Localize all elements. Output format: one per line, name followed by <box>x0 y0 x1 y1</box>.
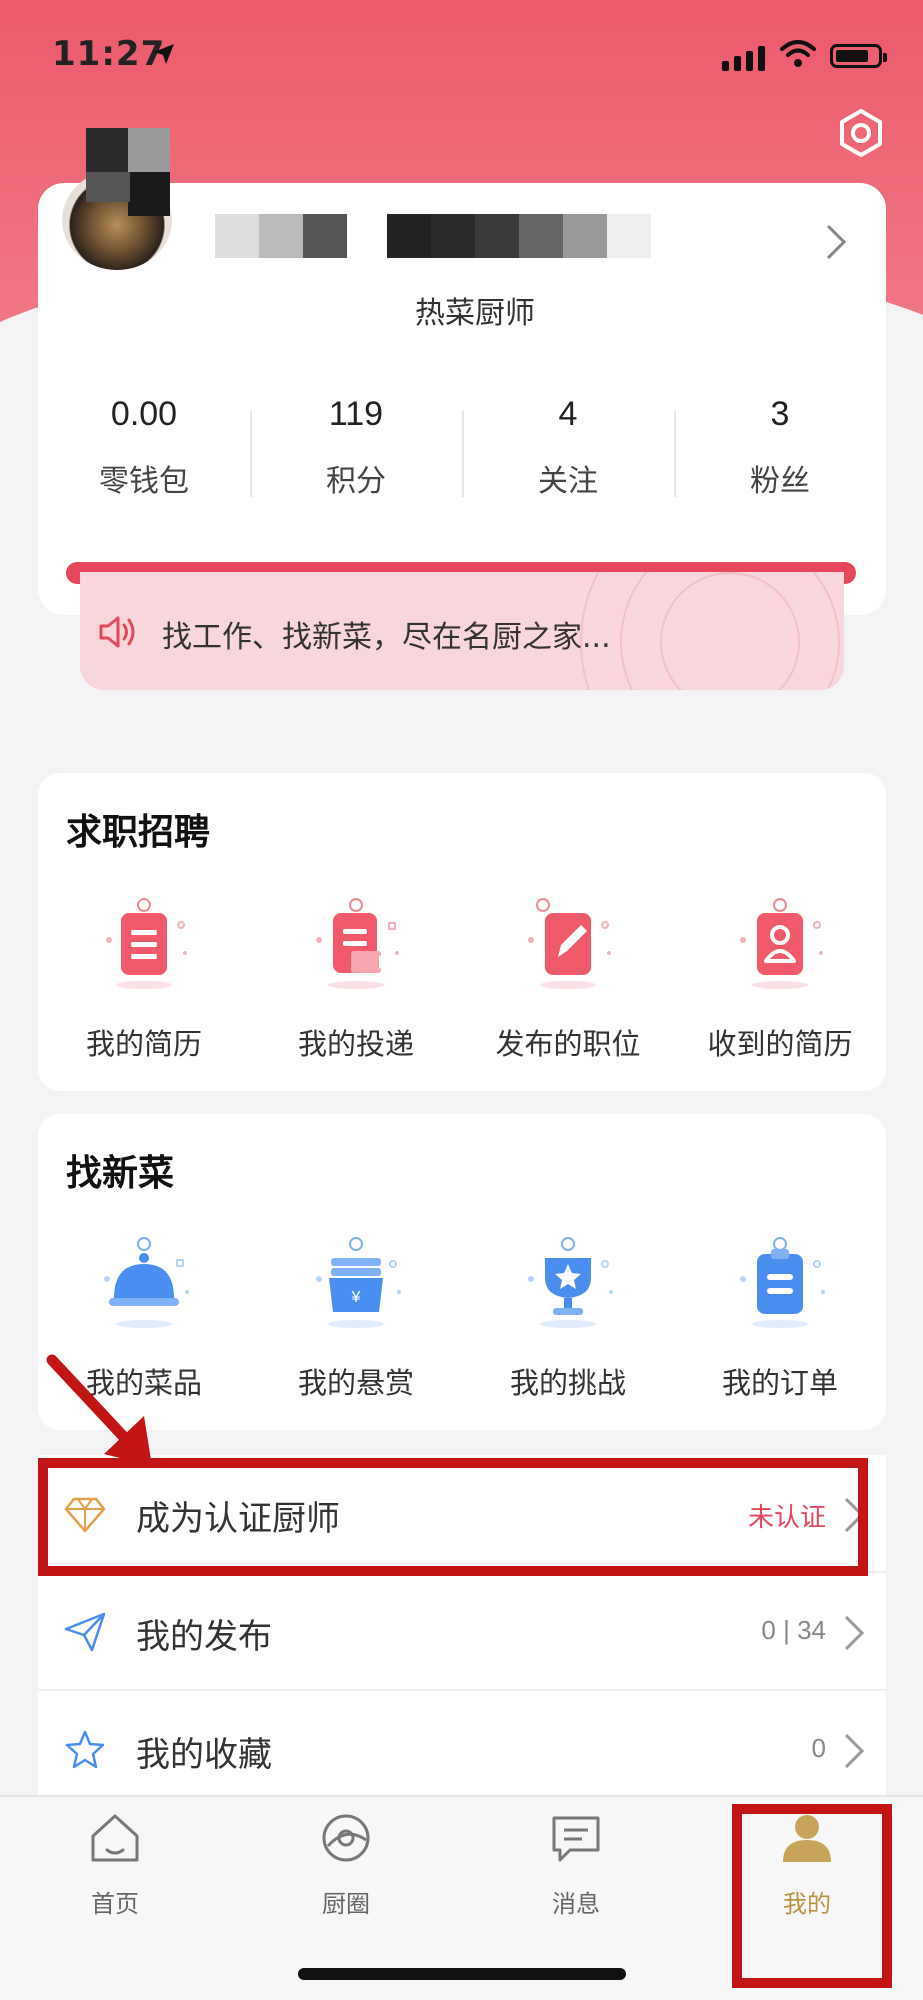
reward-icon: ¥ <box>316 1237 401 1328</box>
svg-text:¥: ¥ <box>351 1289 361 1306</box>
stat-label: 关注 <box>538 464 598 499</box>
list-item-label: 我的收藏 <box>136 1735 272 1775</box>
status-time: 11:27 <box>52 34 166 74</box>
wifi-icon <box>780 40 816 67</box>
grid-item-label: 我的悬赏 <box>297 1366 414 1400</box>
list-item-my-posts[interactable]: 我的发布 0 | 34 <box>38 1573 886 1691</box>
grid-item-label: 发布的职位 <box>495 1027 641 1061</box>
stat-value: 3 <box>770 395 790 433</box>
list-item-my-favorites[interactable]: 我的收藏 0 <box>38 1691 886 1809</box>
paper-plane-icon <box>64 1612 106 1652</box>
grid-item-label: 我的订单 <box>721 1366 838 1400</box>
grid-item-my-rewards[interactable]: ¥ 我的悬赏 <box>250 1234 462 1402</box>
stat-fans[interactable]: 3 粉丝 <box>674 395 886 515</box>
stat-label: 积分 <box>326 464 386 499</box>
avatar-mosaic <box>128 128 170 172</box>
speaker-icon <box>99 616 135 648</box>
stat-label: 粉丝 <box>750 464 810 499</box>
avatar-mosaic <box>86 172 130 202</box>
grid-item-label: 我的简历 <box>85 1027 202 1061</box>
grid-item-label: 我的投递 <box>297 1027 414 1061</box>
post-count: 0 | 34 <box>761 1615 826 1645</box>
stat-label: 零钱包 <box>99 464 189 499</box>
highlight-box <box>732 1804 892 1988</box>
dishes-section: 找新菜 我的菜品 ¥ 我的悬赏 我的挑战 我的订单 <box>38 1114 886 1430</box>
circle-icon <box>322 1814 370 1862</box>
tab-messages[interactable]: 消息 <box>501 1810 651 1919</box>
grid-item-label: 收到的简历 <box>707 1027 853 1061</box>
received-resume-icon <box>740 898 823 989</box>
notice-text: 找工作、找新菜，尽在名厨之家... <box>162 620 611 655</box>
stat-value: 4 <box>558 395 578 433</box>
grid-item-my-resume[interactable]: 我的简历 <box>38 895 250 1063</box>
grid-item-my-applications[interactable]: 我的投递 <box>250 895 462 1063</box>
chevron-right-icon[interactable] <box>822 222 850 262</box>
send-resume-icon <box>316 898 399 989</box>
section-title: 找新菜 <box>66 1153 175 1194</box>
list-item-label: 我的发布 <box>136 1617 272 1657</box>
order-icon <box>740 1237 825 1328</box>
tab-circle[interactable]: 厨圈 <box>271 1810 421 1919</box>
jobs-section: 求职招聘 我的简历 我的投递 发布的职位 收到的简历 <box>38 773 886 1091</box>
trophy-icon <box>528 1237 613 1328</box>
gear-icon[interactable] <box>836 108 886 158</box>
resume-icon <box>106 898 187 989</box>
grid-item-posted-jobs[interactable]: 发布的职位 <box>462 895 674 1063</box>
stat-following[interactable]: 4 关注 <box>462 395 674 515</box>
tab-label: 消息 <box>552 1890 600 1918</box>
home-indicator <box>298 1968 626 1980</box>
grid-item-my-orders[interactable]: 我的订单 <box>674 1234 886 1402</box>
chevron-right-icon <box>844 1615 865 1651</box>
home-icon <box>91 1814 139 1862</box>
tab-label: 首页 <box>91 1890 139 1918</box>
section-title: 求职招聘 <box>66 812 211 853</box>
highlight-box <box>38 1458 868 1576</box>
post-job-icon <box>528 898 611 989</box>
location-arrow-icon <box>154 44 174 64</box>
stat-value: 119 <box>328 395 384 433</box>
message-icon <box>552 1816 600 1862</box>
annotation-arrow-icon <box>46 1354 152 1466</box>
favorites-count: 0 <box>811 1733 826 1763</box>
grid-item-my-challenges[interactable]: 我的挑战 <box>462 1234 674 1402</box>
cloche-icon <box>104 1237 189 1328</box>
stat-value: 0.00 <box>110 395 178 433</box>
username-mosaic <box>215 214 651 258</box>
battery-icon <box>830 44 887 68</box>
avatar-mosaic <box>86 128 130 172</box>
stat-wallet[interactable]: 0.00 零钱包 <box>38 395 250 515</box>
grid-item-received-resumes[interactable]: 收到的简历 <box>674 895 886 1063</box>
stats-row: 0.00 零钱包 119 积分 4 关注 3 粉丝 <box>38 395 886 515</box>
chef-title: 热菜厨师 <box>415 296 535 331</box>
cellular-signal-icon <box>722 46 765 71</box>
chevron-right-icon <box>844 1733 865 1769</box>
tab-home[interactable]: 首页 <box>40 1810 190 1919</box>
grid-item-label: 我的挑战 <box>509 1366 626 1400</box>
stat-points[interactable]: 119 积分 <box>250 395 462 515</box>
star-icon <box>65 1730 105 1769</box>
tab-label: 厨圈 <box>322 1890 370 1918</box>
avatar-mosaic <box>128 172 170 216</box>
